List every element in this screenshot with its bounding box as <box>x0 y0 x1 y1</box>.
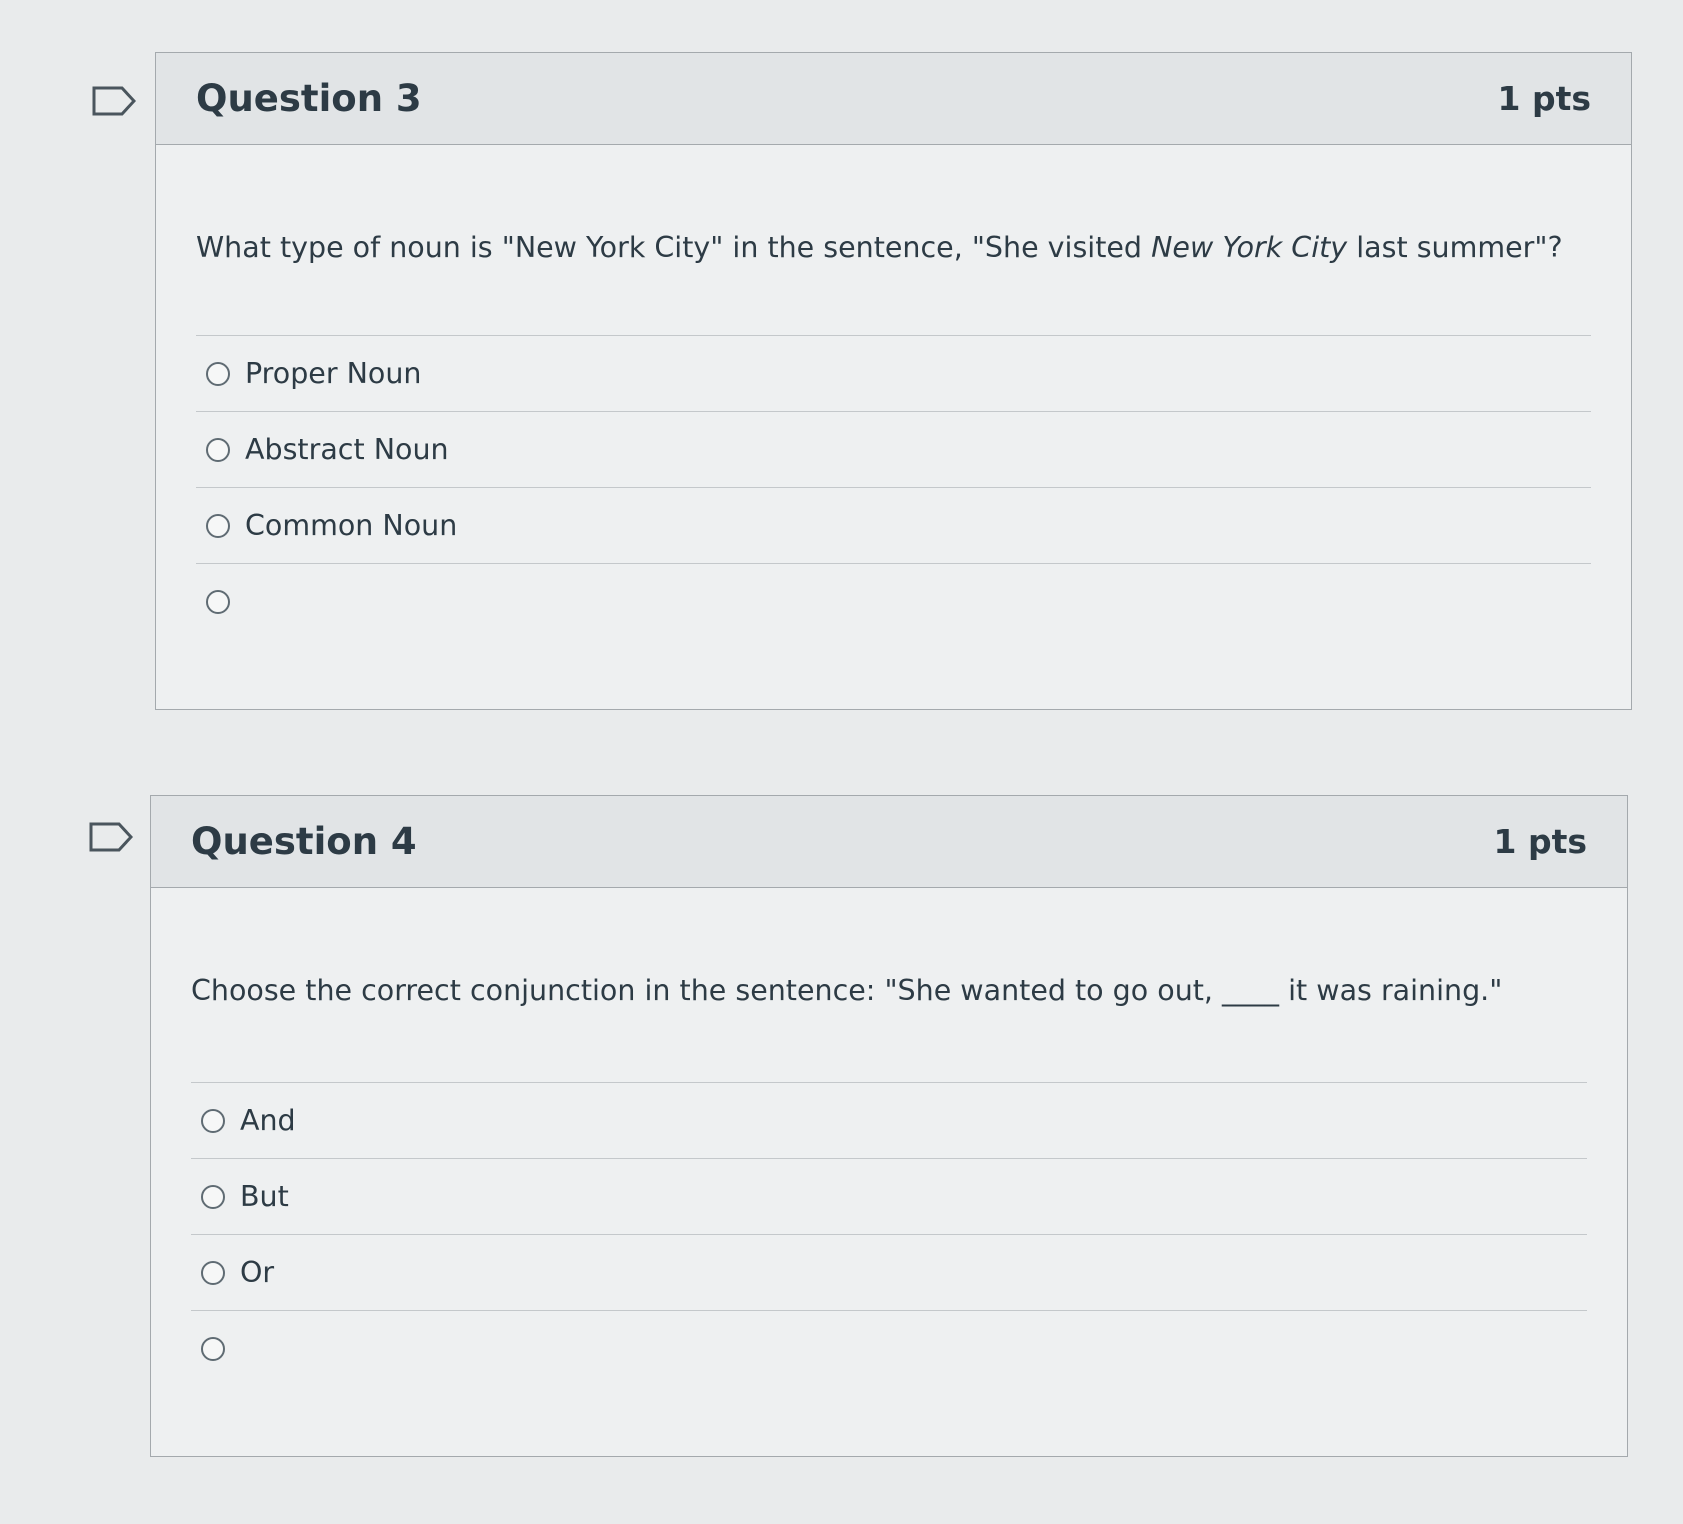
answer-label: Common Noun <box>245 509 458 543</box>
question-4-card: Question 4 1 pts Choose the correct conj… <box>150 795 1628 1457</box>
question-header: Question 4 1 pts <box>151 796 1627 888</box>
question-points: 1 pts <box>1493 822 1588 861</box>
answer-option[interactable]: And <box>191 1082 1587 1158</box>
flag-question-icon[interactable] <box>92 86 136 116</box>
answer-option[interactable]: Proper Noun <box>196 335 1591 411</box>
answer-list: And But Or <box>191 1082 1587 1386</box>
question-title: Question 4 <box>191 820 417 863</box>
answer-option[interactable] <box>196 563 1591 639</box>
question-text: What type of noun is "New York City" in … <box>156 231 1631 265</box>
answer-option[interactable]: Or <box>191 1234 1587 1310</box>
question-3-card: Question 3 1 pts What type of noun is "N… <box>155 52 1632 710</box>
radio-button[interactable] <box>201 1108 225 1133</box>
answer-label: Abstract Noun <box>245 433 449 467</box>
answer-option[interactable] <box>191 1310 1587 1386</box>
answer-label: Or <box>240 1256 275 1290</box>
radio-button[interactable] <box>206 589 230 614</box>
answer-option[interactable]: But <box>191 1158 1587 1234</box>
question-title: Question 3 <box>196 77 422 120</box>
radio-button[interactable] <box>201 1336 225 1361</box>
question-text-emphasis: New York City <box>1151 231 1348 264</box>
answer-list: Proper Noun Abstract Noun Common Noun <box>196 335 1591 639</box>
question-text-start: What type of noun is "New York City" in … <box>196 231 1152 264</box>
answer-option[interactable]: Common Noun <box>196 487 1591 563</box>
radio-button[interactable] <box>206 513 230 538</box>
answer-label: And <box>240 1104 296 1138</box>
flag-question-icon[interactable] <box>89 822 133 852</box>
answer-label: Proper Noun <box>245 357 422 391</box>
question-text-end: last summer"? <box>1347 231 1563 264</box>
answer-label: But <box>240 1180 289 1214</box>
question-text: Choose the correct conjunction in the se… <box>191 974 1503 1007</box>
question-points: 1 pts <box>1497 79 1592 118</box>
answer-option[interactable]: Abstract Noun <box>196 411 1591 487</box>
radio-button[interactable] <box>206 437 230 462</box>
radio-button[interactable] <box>201 1260 225 1285</box>
radio-button[interactable] <box>201 1184 225 1209</box>
question-header: Question 3 1 pts <box>156 53 1631 145</box>
radio-button[interactable] <box>206 361 230 386</box>
